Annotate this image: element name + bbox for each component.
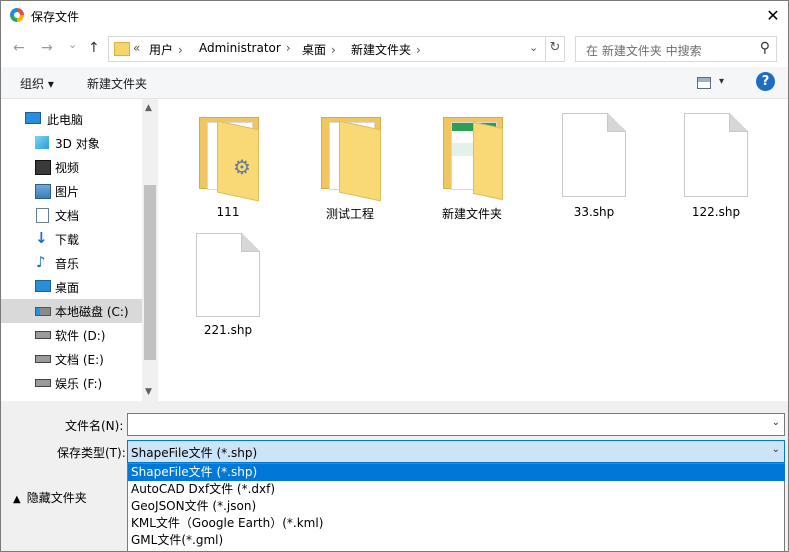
breadcrumb-separator-icon[interactable]: › [416, 43, 421, 57]
file-name: 33.shp [573, 205, 615, 219]
help-icon[interactable]: ? [756, 72, 775, 91]
chevron-down-icon[interactable]: ⌄ [772, 444, 780, 455]
folder-item[interactable]: 测试工程 [300, 99, 400, 221]
cube-icon [35, 136, 49, 149]
scroll-up-icon[interactable]: ▲ [145, 103, 152, 113]
address-dropdown-icon[interactable]: ⌄ [529, 41, 538, 54]
close-button[interactable]: ✕ [759, 3, 787, 29]
sidebar-item-documents[interactable]: 文档 [1, 203, 142, 227]
view-icon[interactable] [697, 77, 711, 89]
filename-label: 文件名(N): [65, 419, 124, 433]
document-icon [36, 208, 49, 223]
video-icon [35, 160, 51, 175]
file-name: 122.shp [691, 205, 741, 219]
filename-input[interactable]: ⌄ [127, 413, 785, 436]
save-file-dialog: 保存文件 ✕ ← → ⌄ ↑ « 用户 › Administrator › 桌面 › … [0, 0, 789, 552]
file-name: 111 [216, 205, 240, 219]
download-icon: ↓ [35, 229, 48, 247]
title-bar: 保存文件 ✕ [1, 1, 788, 32]
chevron-down-icon[interactable]: ⌄ [772, 417, 780, 428]
back-arrow-icon[interactable]: ← [13, 40, 25, 56]
drive-icon [35, 379, 51, 387]
sidebar-item-music[interactable]: ♪ 音乐 [1, 251, 142, 275]
scrollbar-thumb[interactable] [144, 185, 156, 360]
file-name: 新建文件夹 [441, 207, 502, 221]
filetype-label: 保存类型(T): [57, 446, 126, 460]
file-item[interactable]: 221.shp [178, 219, 278, 339]
sidebar-item-this-pc[interactable]: 此电脑 [1, 107, 142, 131]
refresh-icon[interactable]: ↻ [545, 37, 564, 61]
breadcrumb-separator-icon[interactable]: › [178, 43, 183, 57]
filetype-option[interactable]: GML文件(*.gml) [128, 532, 785, 549]
filetype-option[interactable]: ShapeFile文件 (*.shp) [128, 464, 785, 481]
caret-up-icon: ▲ [13, 494, 21, 505]
computer-icon [25, 112, 41, 124]
filetype-value: ShapeFile文件 (*.shp) [131, 446, 258, 460]
sidebar-item-3d-objects[interactable]: 3D 对象 [1, 131, 142, 155]
picture-icon [35, 184, 51, 199]
scroll-down-icon[interactable]: ▼ [145, 387, 152, 397]
navigation-bar: ← → ⌄ ↑ « 用户 › Administrator › 桌面 › 新建文件夹 › … [1, 32, 788, 66]
filetype-option[interactable]: AutoCAD Dxf文件 (*.dxf) [128, 481, 785, 498]
folder-icon: ⚙ [199, 117, 259, 202]
folder-icon [443, 117, 503, 201]
file-list: ⚙ 111 测试工程 新建文件夹 33.shp 122.shp 221.shp [158, 99, 788, 401]
window-title: 保存文件 [31, 10, 80, 24]
breadcrumb-item[interactable]: 新建文件夹 › [351, 41, 421, 58]
breadcrumb-item[interactable]: Administrator › [199, 41, 291, 55]
folder-icon [321, 117, 381, 202]
file-icon [562, 113, 626, 197]
recent-locations-icon[interactable]: ⌄ [68, 38, 77, 51]
folder-icon [114, 42, 130, 56]
navigation-scrollbar[interactable]: ▲ ▼ [142, 99, 158, 401]
search-placeholder: 在 新建文件夹 中搜索 [586, 44, 702, 58]
file-icon [196, 233, 260, 317]
music-icon: ♪ [36, 253, 46, 271]
breadcrumb-overflow[interactable]: « [133, 41, 140, 55]
sidebar-item-downloads[interactable]: ↓ 下载 [1, 227, 142, 251]
folder-item[interactable]: ⚙ 111 [178, 99, 278, 219]
hide-folders-button[interactable]: ▲ 隐藏文件夹 [13, 489, 87, 506]
app-logo-icon [10, 8, 24, 22]
breadcrumb-separator-icon[interactable]: › [286, 41, 291, 55]
hide-folders-label: 隐藏文件夹 [26, 491, 87, 505]
breadcrumb-item[interactable]: 桌面 › [302, 41, 336, 58]
breadcrumb-item[interactable]: 用户 › [149, 41, 183, 58]
sidebar-item-videos[interactable]: 视频 [1, 155, 142, 179]
file-name: 测试工程 [325, 207, 374, 221]
sidebar-item-desktop[interactable]: 桌面 [1, 275, 142, 299]
gear-icon: ⚙ [233, 155, 251, 179]
search-input[interactable]: 在 新建文件夹 中搜索 ⚲ [575, 36, 777, 62]
file-item[interactable]: 122.shp [666, 99, 766, 219]
command-bar: 组织 ▾ 新建文件夹 ▾ ? [1, 67, 788, 99]
view-dropdown-icon[interactable]: ▾ [719, 76, 724, 87]
sidebar-item-drive-f[interactable]: 娱乐 (F:) [1, 371, 142, 395]
organize-button[interactable]: 组织 ▾ [20, 75, 54, 92]
file-icon [684, 113, 748, 197]
drive-icon [35, 355, 51, 363]
search-icon[interactable]: ⚲ [760, 40, 770, 56]
desktop-icon [35, 280, 51, 292]
up-arrow-icon[interactable]: ↑ [88, 40, 100, 56]
filetype-option[interactable]: KML文件（Google Earth）(*.kml) [128, 515, 785, 532]
sidebar-item-drive-e[interactable]: 文档 (E:) [1, 347, 142, 371]
forward-arrow-icon[interactable]: → [41, 40, 53, 56]
sidebar-item-drive-d[interactable]: 软件 (D:) [1, 323, 142, 347]
file-item[interactable]: 33.shp [544, 99, 644, 219]
drive-icon [35, 331, 51, 339]
filetype-select[interactable]: ShapeFile文件 (*.shp) ⌄ [127, 440, 785, 463]
filetype-dropdown-list: ShapeFile文件 (*.shp) AutoCAD Dxf文件 (*.dxf… [127, 463, 785, 551]
breadcrumb-separator-icon[interactable]: › [331, 43, 336, 57]
file-name: 221.shp [203, 323, 253, 337]
folder-item[interactable]: 新建文件夹 [422, 99, 522, 221]
sidebar-item-pictures[interactable]: 图片 [1, 179, 142, 203]
drive-c-icon [35, 307, 51, 316]
sidebar-item-drive-c[interactable]: 本地磁盘 (C:) [1, 299, 142, 323]
navigation-pane: 此电脑 3D 对象 视频 图片 文档 ↓ 下载 ♪ 音乐 桌面 本地磁盘 (C:… [1, 99, 142, 401]
new-folder-button[interactable]: 新建文件夹 [87, 75, 147, 92]
filetype-option[interactable]: GeoJSON文件 (*.json) [128, 498, 785, 515]
address-bar[interactable]: « 用户 › Administrator › 桌面 › 新建文件夹 › ⌄ ↻ [108, 36, 565, 62]
